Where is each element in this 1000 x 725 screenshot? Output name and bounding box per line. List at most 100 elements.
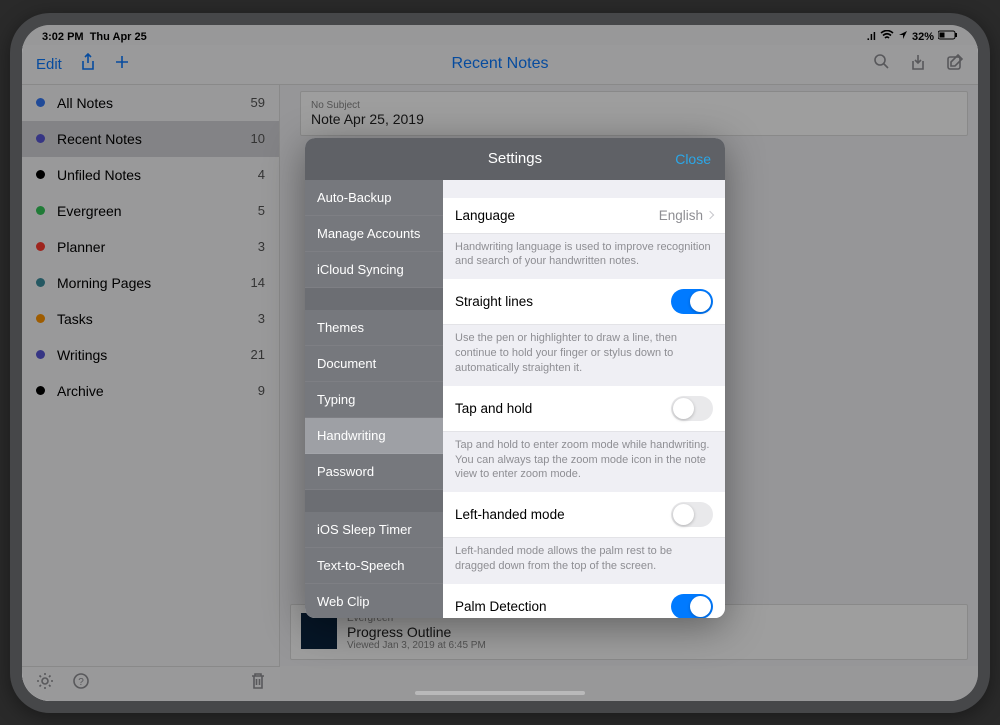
row-label: Language (455, 208, 515, 223)
sidebar-item-label: Planner (57, 239, 105, 255)
modal-header: Settings Close (305, 138, 725, 180)
settings-content: Language English Handwriting language is… (443, 180, 725, 618)
settings-nav-ios-sleep-timer[interactable]: iOS Sleep Timer (305, 512, 443, 548)
help-icon[interactable]: ? (72, 672, 90, 695)
settings-sidebar: Auto-BackupManage AccountsiCloud Syncing… (305, 180, 443, 618)
sidebar-item-count: 14 (251, 275, 265, 290)
sidebar-item-archive[interactable]: Archive 9 (22, 373, 279, 409)
row-description: Tap and hold to enter zoom mode while ha… (443, 432, 725, 493)
settings-nav-password[interactable]: Password (305, 454, 443, 490)
settings-nav-themes[interactable]: Themes (305, 310, 443, 346)
folder-color-dot (36, 242, 45, 251)
add-icon[interactable] (114, 54, 130, 74)
sidebar-item-count: 21 (251, 347, 265, 362)
sidebar-item-recent-notes[interactable]: Recent Notes 10 (22, 121, 279, 157)
note-title: Progress Outline (347, 624, 486, 640)
note-category: No Subject (311, 100, 424, 111)
row-label: Left-handed mode (455, 507, 565, 522)
note-card[interactable]: No Subject Note Apr 25, 2019 (300, 91, 968, 136)
gear-icon[interactable] (36, 672, 54, 695)
row-value: English (659, 208, 703, 223)
edit-button[interactable]: Edit (36, 56, 62, 73)
sidebar-item-count: 3 (258, 311, 265, 326)
page-title: Recent Notes (452, 55, 549, 73)
signal-icon: .ıl (867, 31, 876, 43)
settings-nav-icloud-syncing[interactable]: iCloud Syncing (305, 252, 443, 288)
settings-modal: Settings Close Auto-BackupManage Account… (305, 138, 725, 618)
sidebar-item-label: Evergreen (57, 203, 122, 219)
wifi-icon (880, 30, 894, 43)
left-handed-row: Left-handed mode (443, 492, 725, 538)
row-label: Straight lines (455, 294, 533, 309)
compose-icon[interactable] (946, 53, 964, 76)
sidebar-item-label: Archive (57, 383, 104, 399)
tap-hold-row: Tap and hold (443, 386, 725, 432)
sidebar-item-count: 10 (251, 131, 265, 146)
share-icon[interactable] (80, 53, 96, 75)
battery-icon (938, 30, 958, 43)
palm-detection-toggle[interactable] (671, 594, 713, 618)
sidebar-item-count: 4 (258, 167, 265, 182)
navbar: Edit Recent Notes (22, 45, 978, 85)
sidebar-item-planner[interactable]: Planner 3 (22, 229, 279, 265)
folder-color-dot (36, 386, 45, 395)
sidebar-item-evergreen[interactable]: Evergreen 5 (22, 193, 279, 229)
sidebar: All Notes59Recent Notes10Unfiled Notes4E… (22, 85, 280, 666)
folder-color-dot (36, 98, 45, 107)
download-icon[interactable] (910, 53, 926, 76)
sidebar-item-morning-pages[interactable]: Morning Pages 14 (22, 265, 279, 301)
sidebar-item-count: 5 (258, 203, 265, 218)
left-handed-toggle[interactable] (671, 502, 713, 527)
settings-nav-text-to-speech[interactable]: Text-to-Speech (305, 548, 443, 584)
folder-color-dot (36, 278, 45, 287)
settings-nav-document[interactable]: Document (305, 346, 443, 382)
home-indicator[interactable] (415, 691, 585, 695)
sidebar-item-label: Unfiled Notes (57, 167, 141, 183)
straight-lines-row: Straight lines (443, 279, 725, 325)
folder-color-dot (36, 314, 45, 323)
sidebar-item-label: Recent Notes (57, 131, 142, 147)
sidebar-item-count: 9 (258, 383, 265, 398)
settings-nav-auto-backup[interactable]: Auto-Backup (305, 180, 443, 216)
note-viewed: Viewed Jan 3, 2019 at 6:45 PM (347, 640, 486, 651)
folder-color-dot (36, 350, 45, 359)
status-date: Thu Apr 25 (90, 31, 147, 43)
straight-lines-toggle[interactable] (671, 289, 713, 314)
status-bar: 3:02 PM Thu Apr 25 .ıl 32% (22, 25, 978, 45)
settings-nav-manage-accounts[interactable]: Manage Accounts (305, 216, 443, 252)
note-thumbnail (301, 613, 337, 649)
sidebar-item-unfiled-notes[interactable]: Unfiled Notes 4 (22, 157, 279, 193)
language-row[interactable]: Language English (443, 198, 725, 234)
sidebar-item-label: All Notes (57, 95, 113, 111)
settings-nav-handwriting[interactable]: Handwriting (305, 418, 443, 454)
row-description: Left-handed mode allows the palm rest to… (443, 538, 725, 584)
tap-hold-toggle[interactable] (671, 396, 713, 421)
modal-title: Settings (488, 150, 542, 167)
status-time: 3:02 PM (42, 31, 84, 43)
row-label: Tap and hold (455, 401, 532, 416)
bottom-toolbar: ? (22, 666, 280, 701)
search-icon[interactable] (873, 53, 890, 76)
location-icon (898, 30, 908, 43)
folder-color-dot (36, 134, 45, 143)
settings-nav-typing[interactable]: Typing (305, 382, 443, 418)
battery-percent: 32% (912, 31, 934, 43)
sidebar-item-all-notes[interactable]: All Notes 59 (22, 85, 279, 121)
folder-color-dot (36, 206, 45, 215)
row-description: Use the pen or highlighter to draw a lin… (443, 325, 725, 386)
close-button[interactable]: Close (675, 151, 711, 167)
sidebar-item-label: Tasks (57, 311, 93, 327)
note-title: Note Apr 25, 2019 (311, 111, 424, 127)
settings-nav-web-clip[interactable]: Web Clip (305, 584, 443, 618)
sidebar-item-count: 59 (251, 95, 265, 110)
sidebar-item-tasks[interactable]: Tasks 3 (22, 301, 279, 337)
chevron-right-icon (706, 211, 714, 219)
sidebar-item-label: Writings (57, 347, 107, 363)
sidebar-item-label: Morning Pages (57, 275, 151, 291)
trash-icon[interactable] (250, 672, 266, 695)
sidebar-item-writings[interactable]: Writings 21 (22, 337, 279, 373)
sidebar-item-count: 3 (258, 239, 265, 254)
folder-color-dot (36, 170, 45, 179)
palm-detection-row: Palm Detection (443, 584, 725, 618)
row-label: Palm Detection (455, 599, 547, 614)
